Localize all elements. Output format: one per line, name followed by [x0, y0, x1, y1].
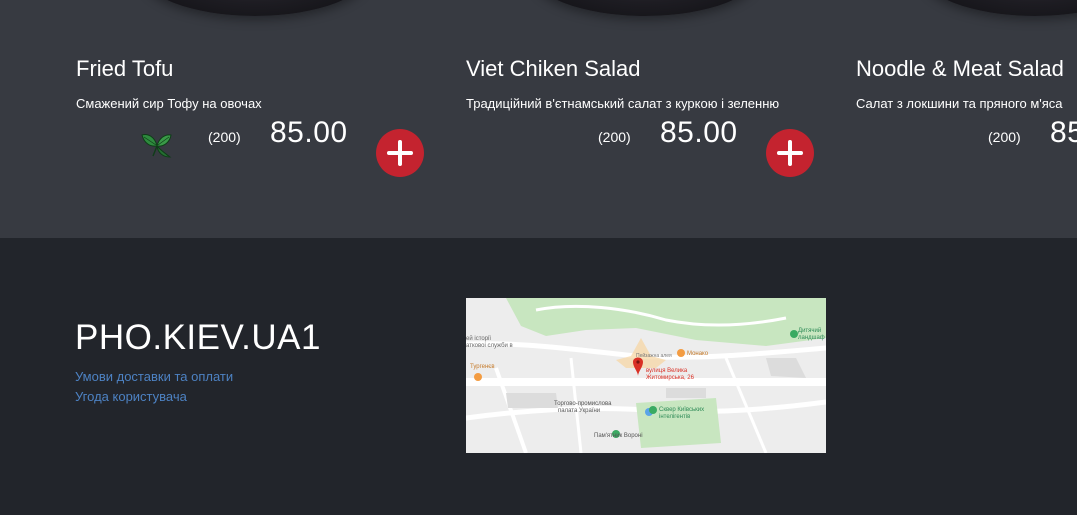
- dish-price: 85.00: [660, 116, 738, 149]
- dish-weight: (200): [598, 129, 631, 145]
- map-place-label: інтелігентів: [659, 414, 690, 420]
- menu-section: Fried Tofu Смажений сир Тофу на овочах (…: [0, 0, 1077, 238]
- dish-card: Noodle & Meat Salad Салат з локшини та п…: [856, 0, 1077, 238]
- dish-name: Viet Chiken Salad: [466, 56, 641, 81]
- location-map[interactable]: вулиця Велика Житомирська, 26 Монако Тур…: [466, 298, 826, 453]
- user-agreement-link[interactable]: Угода користувача: [75, 389, 187, 404]
- map-place-label: атковоі служби в: [466, 343, 513, 349]
- map-place-label: ландшаф: [798, 335, 825, 341]
- dish-name: Fried Tofu: [76, 56, 174, 81]
- map-road-label: Пейзажна алея: [636, 352, 672, 359]
- map-place-label: Пам'ятник Вороні: [594, 433, 643, 439]
- dish-weight: (200): [988, 129, 1021, 145]
- site-title: PHO.KIEV.UA1: [75, 318, 321, 357]
- map-place-label: ей історії: [466, 335, 491, 342]
- map-place-label: Сквер Київських: [659, 407, 704, 413]
- dish-description: Салат з локшини та пряного м'яса: [856, 96, 1063, 111]
- dish-description: Традиційний в'єтнамський салат з куркою …: [466, 96, 780, 111]
- map-place-label: Тургенєв: [470, 364, 495, 370]
- dish-price: 85.00: [1050, 116, 1077, 149]
- footer: PHO.KIEV.UA1 Умови доставки та оплати Уг…: [0, 238, 1077, 515]
- dish-price: 85.00: [270, 116, 348, 149]
- dish-name: Noodle & Meat Salad: [856, 56, 1064, 81]
- map-marker-label: вулиця Велика: [646, 368, 688, 374]
- map-place-label: Монако: [687, 351, 709, 357]
- delivery-terms-link[interactable]: Умови доставки та оплати: [75, 369, 233, 384]
- map-marker-label: Житомирська, 26: [646, 375, 695, 381]
- dish-description: Смажений сир Тофу на овочах: [76, 96, 262, 111]
- basil-leaf-icon: [138, 129, 174, 166]
- add-to-cart-button[interactable]: [376, 129, 424, 177]
- add-to-cart-button[interactable]: [766, 129, 814, 177]
- map-place-label: палата України: [558, 408, 600, 414]
- dish-weight: (200): [208, 129, 241, 145]
- dish-card: Viet Chiken Salad Традиційний в'єтнамськ…: [466, 0, 846, 238]
- map-place-label: Торгово-промислова: [554, 401, 612, 407]
- dish-card: Fried Tofu Смажений сир Тофу на овочах (…: [76, 0, 456, 238]
- map-place-label: Дитячий: [798, 327, 821, 334]
